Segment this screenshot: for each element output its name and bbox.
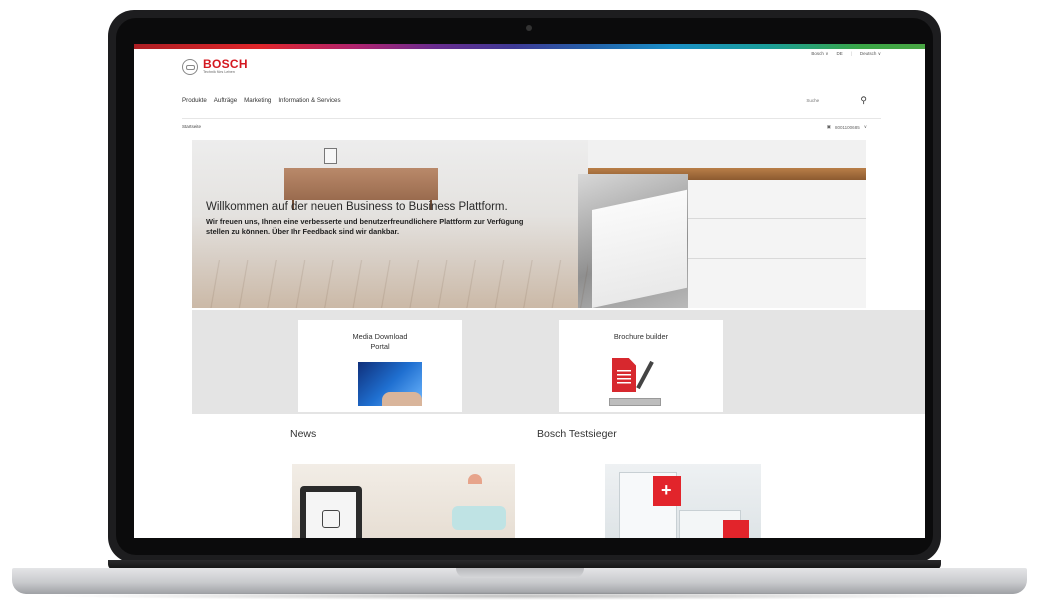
section-news-title: News xyxy=(290,428,317,440)
tablet-icon xyxy=(322,510,340,528)
logo-text: BOSCH Technik fürs Leben xyxy=(203,58,248,75)
store-icon: ▣ xyxy=(826,124,831,129)
laptop-shadow xyxy=(40,592,1000,600)
divider: | xyxy=(850,51,852,56)
document-lines xyxy=(617,370,631,384)
account-number: 8001100685 xyxy=(835,124,860,130)
main-nav: Produkte Aufträge Marketing Information … xyxy=(182,97,341,104)
utility-bar: Bosch ∨ DE | Deutsch ∨ xyxy=(811,51,881,57)
section-testsieger-title: Bosch Testsieger xyxy=(537,428,617,440)
chevron-down-icon: ∨ xyxy=(825,51,829,56)
brand-name: BOSCH xyxy=(203,57,248,71)
tile-brochure-builder[interactable]: Brochure builder xyxy=(559,320,723,412)
hero-banner: Willkommen auf der neuen Business to Bus… xyxy=(192,140,866,308)
brand-claim: Technik fürs Leben xyxy=(203,70,235,74)
account-selector[interactable]: ▣ 8001100685 ∨ xyxy=(827,124,867,130)
hero-floor xyxy=(192,260,588,308)
news-image[interactable] xyxy=(292,464,515,538)
nav-produkte[interactable]: Produkte xyxy=(182,97,207,104)
tile-title-line: Brochure builder xyxy=(613,332,669,341)
country-select[interactable]: Bosch ∨ xyxy=(811,51,828,57)
pen-icon xyxy=(636,360,654,390)
hero-title: Willkommen auf der neuen Business to Bus… xyxy=(206,201,508,213)
tile-title: Brochure builder xyxy=(559,332,723,342)
test-badge-icon xyxy=(723,520,749,538)
tiles-band: Media Download Portal Brochure builder xyxy=(192,310,925,414)
chair-image xyxy=(452,506,506,530)
brand-color-bar xyxy=(134,44,925,49)
header-divider xyxy=(182,118,881,119)
test-badge-icon xyxy=(653,476,681,506)
hero-cabinet xyxy=(672,180,866,308)
progress-bar-icon xyxy=(609,398,661,406)
cabinet-line xyxy=(672,258,866,259)
lamp-image xyxy=(468,474,482,484)
tile-title-line: Media Download xyxy=(352,332,408,341)
hero-text: Willkommen auf der neuen Business to Bus… xyxy=(206,200,526,236)
laptop-notch xyxy=(456,568,584,578)
language-select[interactable]: Deutsch ∨ xyxy=(860,51,881,57)
lang-short[interactable]: DE xyxy=(836,51,842,57)
breadcrumb[interactable]: Startseite xyxy=(182,124,201,129)
picture-frame xyxy=(324,148,337,164)
chevron-down-icon: ∨ xyxy=(877,51,881,56)
testsieger-image[interactable] xyxy=(605,464,761,538)
nav-auftraege[interactable]: Aufträge xyxy=(214,97,237,104)
tile-media-download[interactable]: Media Download Portal xyxy=(298,320,462,412)
chevron-down-icon: ∨ xyxy=(863,124,867,129)
dishwasher-door xyxy=(592,189,687,308)
nav-marketing[interactable]: Marketing xyxy=(244,97,271,104)
search-box: ⚲ xyxy=(806,96,867,105)
camera xyxy=(526,25,532,31)
nav-information-services[interactable]: Information & Services xyxy=(278,97,340,104)
search-icon[interactable]: ⚲ xyxy=(860,96,867,105)
tile-title-line: Portal xyxy=(370,342,390,351)
search-input[interactable] xyxy=(806,98,835,103)
bosch-armature-icon xyxy=(182,58,198,75)
hero-sideboard xyxy=(284,168,438,200)
hand-image xyxy=(382,392,422,406)
cabinet-line xyxy=(672,218,866,219)
screen: Bosch ∨ DE | Deutsch ∨ BOSCH Technik für… xyxy=(134,44,925,538)
tile-title: Media Download Portal xyxy=(298,332,462,352)
hero-body: Wir freuen uns, Ihnen eine verbesserte u… xyxy=(206,217,524,236)
bosch-logo[interactable]: BOSCH Technik fürs Leben xyxy=(182,58,248,75)
